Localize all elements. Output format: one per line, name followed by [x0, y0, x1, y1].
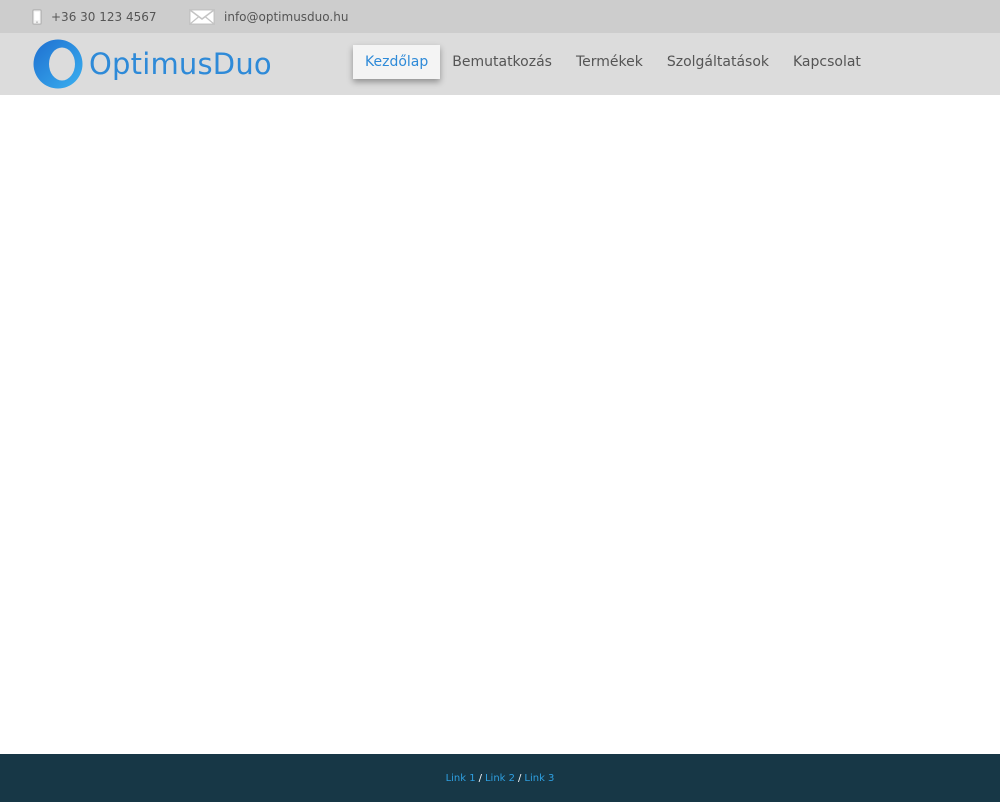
footer-link-3[interactable]: Link 3: [524, 773, 554, 784]
main-navigation: Kezdőlap Bemutatkozás Termékek Szolgálta…: [353, 45, 873, 79]
site-header: OptimusDuo Kezdőlap Bemutatkozás Terméke…: [0, 33, 1000, 95]
site-logo[interactable]: OptimusDuo: [33, 39, 272, 89]
footer-separator: /: [478, 772, 482, 784]
top-contact-bar: +36 30 123 4567 info@optimusduo.hu: [0, 0, 1000, 33]
footer-link-1[interactable]: Link 1: [446, 773, 476, 784]
email-address: info@optimusduo.hu: [224, 9, 349, 24]
nav-item-bemutatkozas[interactable]: Bemutatkozás: [440, 45, 564, 79]
envelope-icon: [189, 8, 215, 25]
ring-logo-icon: [33, 39, 83, 89]
email-contact[interactable]: info@optimusduo.hu: [189, 0, 348, 33]
main-content: [0, 95, 1000, 754]
site-footer: Link 1 / Link 2 / Link 3: [0, 754, 1000, 802]
nav-item-szolgaltatasok[interactable]: Szolgáltatások: [655, 45, 781, 79]
logo-wordmark: OptimusDuo: [89, 47, 272, 81]
nav-item-kezdolap[interactable]: Kezdőlap: [353, 45, 441, 79]
phone-contact[interactable]: +36 30 123 4567: [32, 0, 156, 33]
footer-separator: /: [518, 772, 522, 784]
mobile-phone-icon: [32, 8, 42, 25]
nav-item-kapcsolat[interactable]: Kapcsolat: [781, 45, 873, 79]
footer-link-2[interactable]: Link 2: [485, 773, 515, 784]
phone-number: +36 30 123 4567: [51, 9, 157, 24]
nav-item-termekek[interactable]: Termékek: [564, 45, 655, 79]
